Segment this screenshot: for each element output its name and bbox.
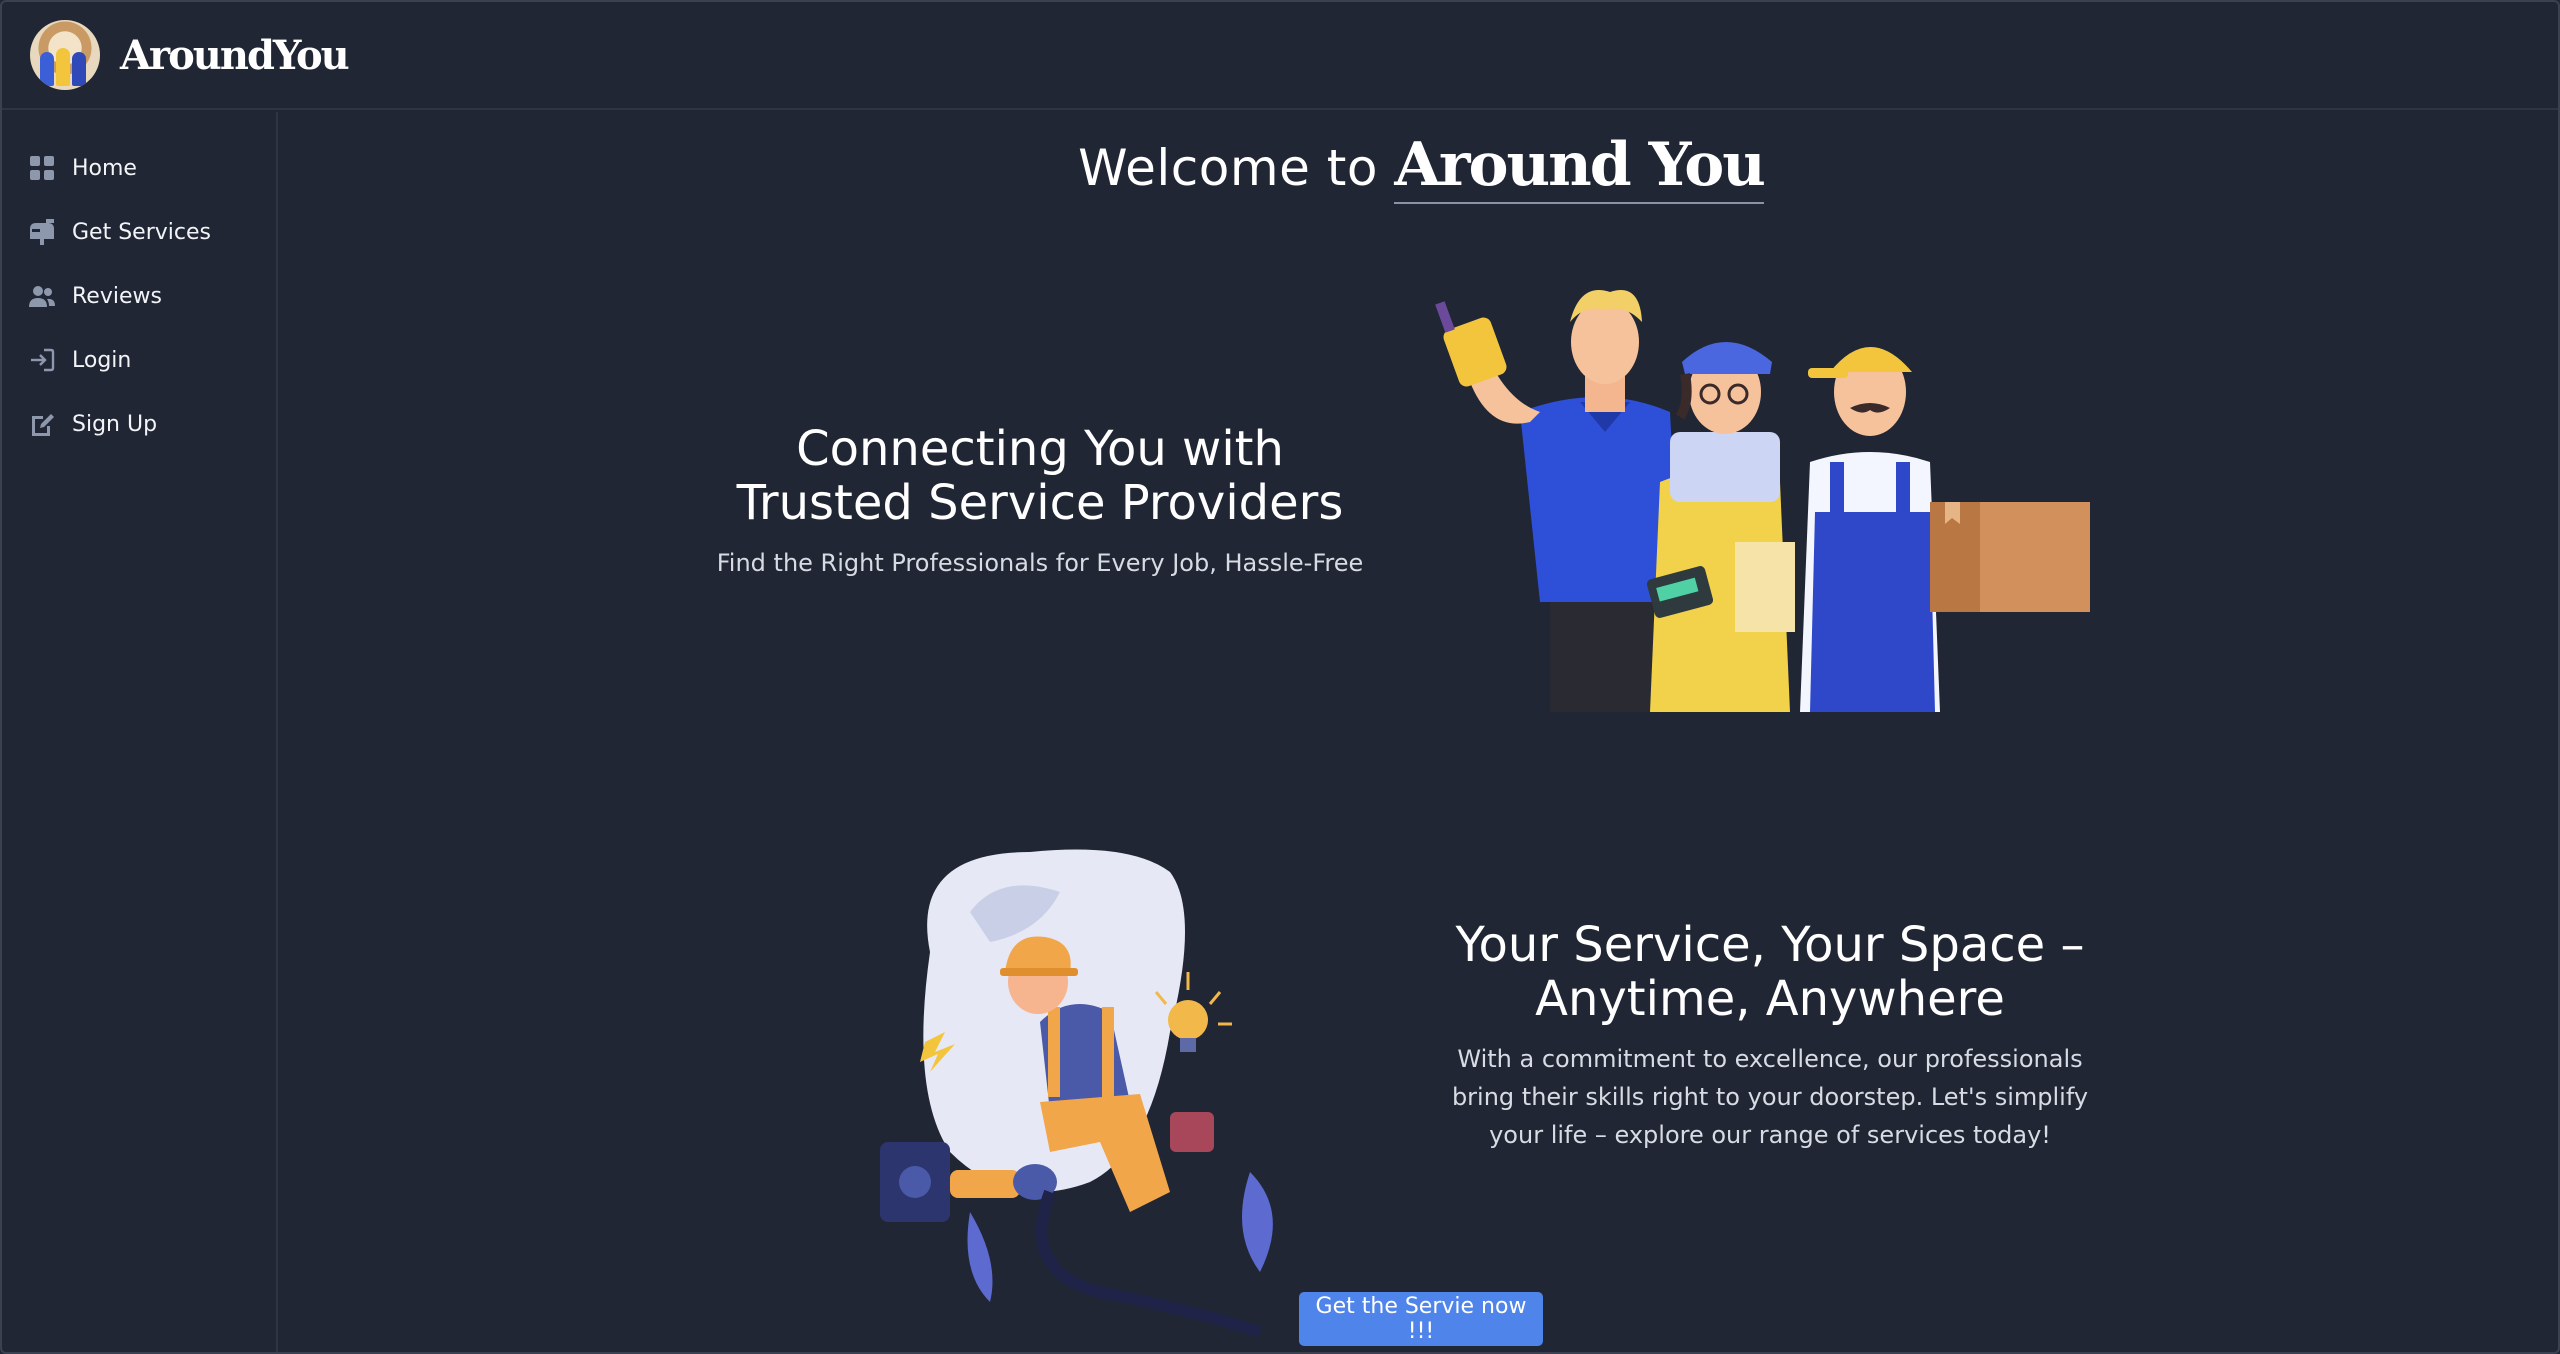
sidebar-item-sign-up[interactable]: Sign Up bbox=[2, 392, 276, 456]
sidebar-item-label: Reviews bbox=[72, 283, 162, 309]
app-window: AroundYou Home Get Services Reviews Logi… bbox=[0, 0, 2560, 1354]
sidebar-item-label: Sign Up bbox=[72, 411, 158, 437]
signup-icon bbox=[28, 410, 56, 438]
sidebar-item-login[interactable]: Login bbox=[2, 328, 276, 392]
hero-subtitle: Find the Right Professionals for Every J… bbox=[716, 549, 1364, 577]
main-content: Welcome to Around You Connecting You wit… bbox=[280, 112, 2558, 1352]
sidebar: Home Get Services Reviews Login Sign Up bbox=[2, 112, 278, 1352]
grid-icon bbox=[28, 154, 56, 182]
sidebar-item-label: Login bbox=[72, 347, 132, 373]
login-icon bbox=[28, 346, 56, 374]
section2-body-line-1: With a commitment to excellence, our pro… bbox=[1457, 1045, 2083, 1073]
brand-logo-icon[interactable] bbox=[30, 20, 100, 90]
sidebar-item-label: Get Services bbox=[72, 219, 211, 245]
section2-title-line-1: Your Service, Your Space – bbox=[1455, 917, 2085, 973]
section2-title-line-2: Anytime, Anywhere bbox=[1535, 971, 2005, 1027]
top-bar: AroundYou bbox=[2, 2, 2558, 110]
users-icon bbox=[28, 282, 56, 310]
welcome-brand: Around You bbox=[1394, 130, 1766, 204]
sidebar-item-label: Home bbox=[72, 155, 137, 181]
sidebar-item-reviews[interactable]: Reviews bbox=[2, 264, 276, 328]
get-service-button[interactable]: Get the Servie now !!! bbox=[1299, 1292, 1543, 1346]
hero-section-1: Connecting You with Trusted Service Prov… bbox=[700, 422, 1380, 582]
hero-section-2: Your Service, Your Space – Anytime, Anyw… bbox=[1410, 918, 2130, 1154]
mailbox-icon bbox=[28, 218, 56, 246]
sidebar-item-get-services[interactable]: Get Services bbox=[2, 200, 276, 264]
section2-body-line-2: bring their skills right to your doorste… bbox=[1451, 1083, 2089, 1111]
welcome-prefix: Welcome to bbox=[1078, 139, 1378, 197]
page-title: Welcome to Around You bbox=[280, 130, 2558, 204]
workers-illustration bbox=[1430, 282, 2350, 712]
sidebar-item-home[interactable]: Home bbox=[2, 136, 276, 200]
brand-name[interactable]: AroundYou bbox=[120, 32, 350, 79]
section2-body-line-3: your life – explore our range of service… bbox=[1489, 1121, 2051, 1149]
hero-title-line-1: Connecting You with bbox=[796, 421, 1284, 477]
hero-title-line-2: Trusted Service Providers bbox=[736, 475, 1344, 531]
electrician-illustration bbox=[870, 832, 1300, 1352]
